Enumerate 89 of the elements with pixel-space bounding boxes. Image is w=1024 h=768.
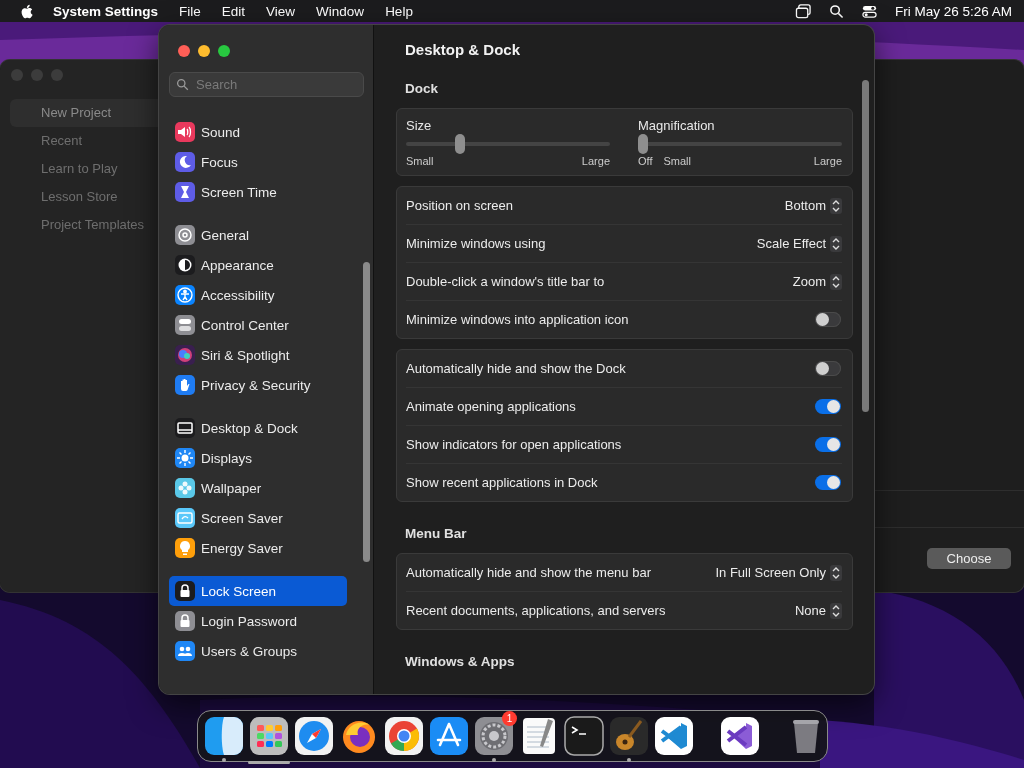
close-button[interactable]	[178, 45, 190, 57]
slider[interactable]	[406, 134, 610, 154]
up-down-arrows-icon	[830, 273, 842, 290]
search-field[interactable]: Search	[169, 72, 364, 97]
setting-label: Animate opening applications	[406, 399, 576, 414]
popup-menu[interactable]: Scale Effect	[756, 235, 842, 252]
menu-item[interactable]: File	[179, 3, 201, 19]
search-icon[interactable]	[827, 3, 845, 19]
sidebar-item[interactable]: Desktop & Dock	[169, 413, 347, 443]
toggle-switch[interactable]	[815, 437, 841, 452]
setting-label: Automatically hide and show the Dock	[406, 361, 626, 376]
scale-label: Off	[638, 155, 653, 167]
terminal-icon[interactable]	[563, 715, 605, 757]
slider-label: Size	[406, 118, 432, 133]
choose-button[interactable]: Choose	[927, 547, 1011, 569]
setting-label: Show indicators for open applications	[406, 437, 622, 452]
apple-logo-icon[interactable]	[20, 3, 33, 19]
sidebar-item[interactable]: Focus	[169, 147, 347, 177]
finder-icon[interactable]	[203, 715, 245, 757]
section-heading: Dock	[404, 80, 439, 98]
windows-icon[interactable]	[794, 3, 812, 19]
setting-label: Position on screen	[406, 198, 513, 213]
compass-icon[interactable]	[293, 715, 335, 757]
scale-label: Small	[663, 155, 691, 167]
menu-item[interactable]: Help	[385, 3, 413, 19]
guitar-icon[interactable]	[608, 715, 650, 757]
scrollbar[interactable]	[363, 262, 370, 562]
sidebar-item[interactable]: Users & Groups	[169, 636, 347, 666]
app-store-icon[interactable]	[428, 715, 470, 757]
up-down-arrows-icon	[830, 602, 842, 619]
scale-label: Large	[581, 155, 610, 167]
sidebar-item[interactable]: Siri & Spotlight	[169, 340, 347, 370]
sidebar-item[interactable]: Wallpaper	[169, 473, 347, 503]
sidebar-item[interactable]: Appearance	[169, 250, 347, 280]
search-icon	[176, 78, 189, 91]
app-menu[interactable]: System Settings	[53, 3, 159, 19]
sidebar-item[interactable]: Sound	[169, 117, 347, 147]
setting-label: Minimize windows into application icon	[406, 312, 629, 327]
settings-icon[interactable]	[473, 715, 515, 757]
app-grid-icon[interactable]	[248, 715, 290, 757]
setting-label: Automatically hide and show the menu bar	[406, 565, 651, 580]
up-down-arrows-icon	[830, 564, 842, 581]
code-editor-icon[interactable]	[653, 715, 695, 757]
sidebar-item[interactable]: Login Password	[169, 606, 347, 636]
sidebar-item[interactable]: Control Center	[169, 310, 347, 340]
section-heading: Menu Bar	[404, 525, 468, 543]
setting-label: Recent documents, applications, and servers	[406, 603, 666, 618]
popup-menu[interactable]: None	[794, 602, 842, 619]
sidebar-item[interactable]: Lock Screen	[169, 576, 347, 606]
setting-label: Minimize windows using	[406, 236, 546, 251]
slider[interactable]	[638, 134, 842, 154]
popup-menu[interactable]: Zoom	[792, 273, 842, 290]
scale-label: Small	[406, 155, 434, 167]
sidebar-item[interactable]: Screen Time	[169, 177, 347, 207]
popup-menu[interactable]: Bottom	[784, 197, 842, 214]
sidebar-item[interactable]: Privacy & Security	[169, 370, 347, 400]
progress-bar	[248, 761, 290, 764]
menu-item[interactable]: Edit	[221, 3, 246, 19]
scrollbar[interactable]	[862, 80, 869, 412]
toggle-switch[interactable]	[815, 475, 841, 490]
popup-menu[interactable]: In Full Screen Only	[715, 564, 842, 581]
notification-badge: 1	[502, 711, 517, 726]
up-down-arrows-icon	[830, 197, 842, 214]
menu-item[interactable]: View	[266, 3, 296, 19]
setting-label: Show recent applications in Dock	[406, 475, 598, 490]
toggle-switch[interactable]	[815, 361, 841, 376]
section-heading: Windows & Apps	[404, 653, 516, 671]
sidebar-item[interactable]: New Project	[10, 99, 160, 127]
slider-thumb[interactable]	[454, 134, 465, 154]
control-center-icon[interactable]	[860, 3, 878, 19]
slider-thumb[interactable]	[638, 134, 648, 154]
zoom-button[interactable]	[218, 45, 230, 57]
sidebar-item[interactable]: General	[169, 220, 347, 250]
up-down-arrows-icon	[830, 235, 842, 252]
slider-label: Magnification	[638, 118, 715, 133]
page-title: Desktop & Dock	[404, 40, 522, 60]
sidebar-item[interactable]: Accessibility	[169, 280, 347, 310]
menu-item[interactable]: Window	[316, 3, 365, 19]
minimize-button[interactable]	[198, 45, 210, 57]
sidebar-item[interactable]: Screen Saver	[169, 503, 347, 533]
sidebar-item[interactable]: Energy Saver	[169, 533, 347, 563]
browser-icon[interactable]	[383, 715, 425, 757]
ide-icon[interactable]	[719, 715, 761, 757]
sidebar-item[interactable]: Displays	[169, 443, 347, 473]
setting-label: Double-click a window's title bar to	[406, 274, 605, 289]
scale-label: Large	[813, 155, 842, 167]
toggle-switch[interactable]	[815, 312, 841, 327]
toggle-switch[interactable]	[815, 399, 841, 414]
clock[interactable]: Fri May 26 5:26 AM	[894, 3, 1012, 19]
